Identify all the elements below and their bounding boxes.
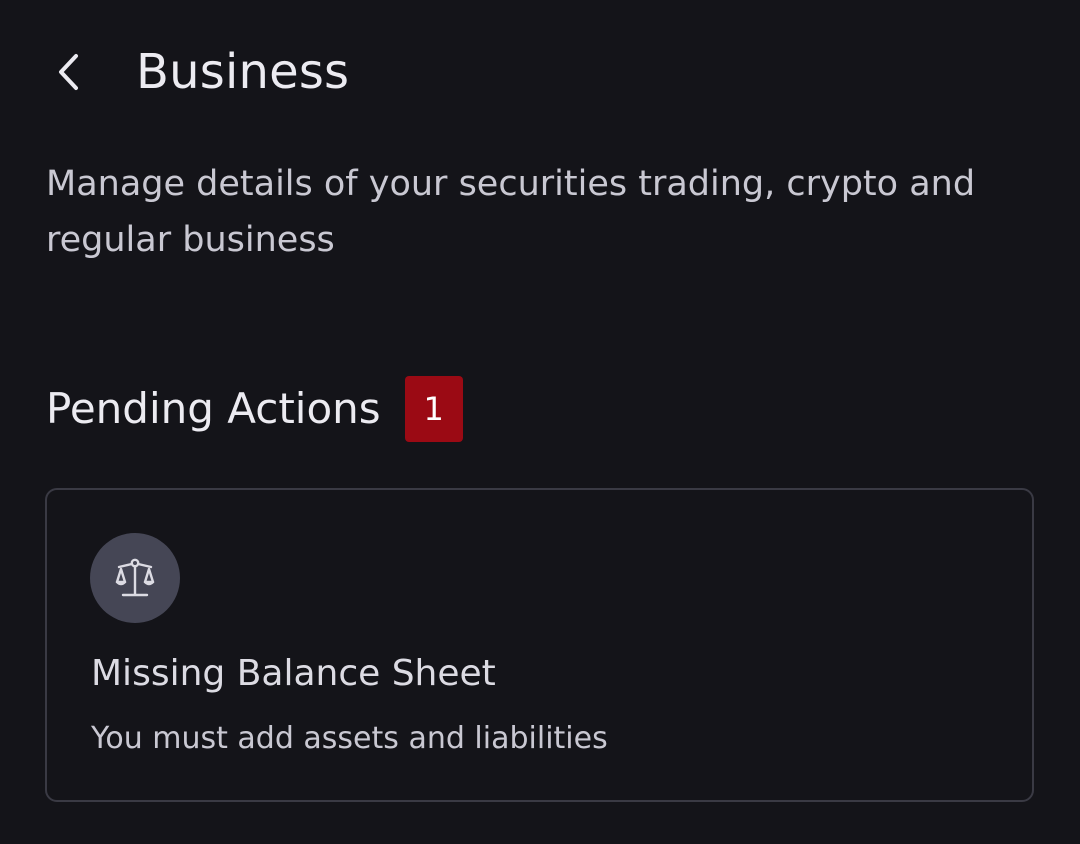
pending-count-badge: 1 [404,376,463,442]
pending-actions-title: Pending Actions [46,384,381,433]
card-subtitle: You must add assets and liabilities [91,721,608,756]
page-title: Business [136,44,350,100]
card-title: Missing Balance Sheet [91,653,496,694]
missing-balance-sheet-card[interactable]: Missing Balance Sheet You must add asset… [45,488,1034,802]
header: Business [0,0,1080,145]
card-icon-circle [90,533,180,623]
balance-scale-icon [115,558,155,597]
chevron-left-icon [59,54,78,90]
back-button[interactable] [40,44,96,100]
page-description: Manage details of your securities tradin… [46,164,976,260]
pending-actions-header: Pending Actions 1 [46,376,463,442]
